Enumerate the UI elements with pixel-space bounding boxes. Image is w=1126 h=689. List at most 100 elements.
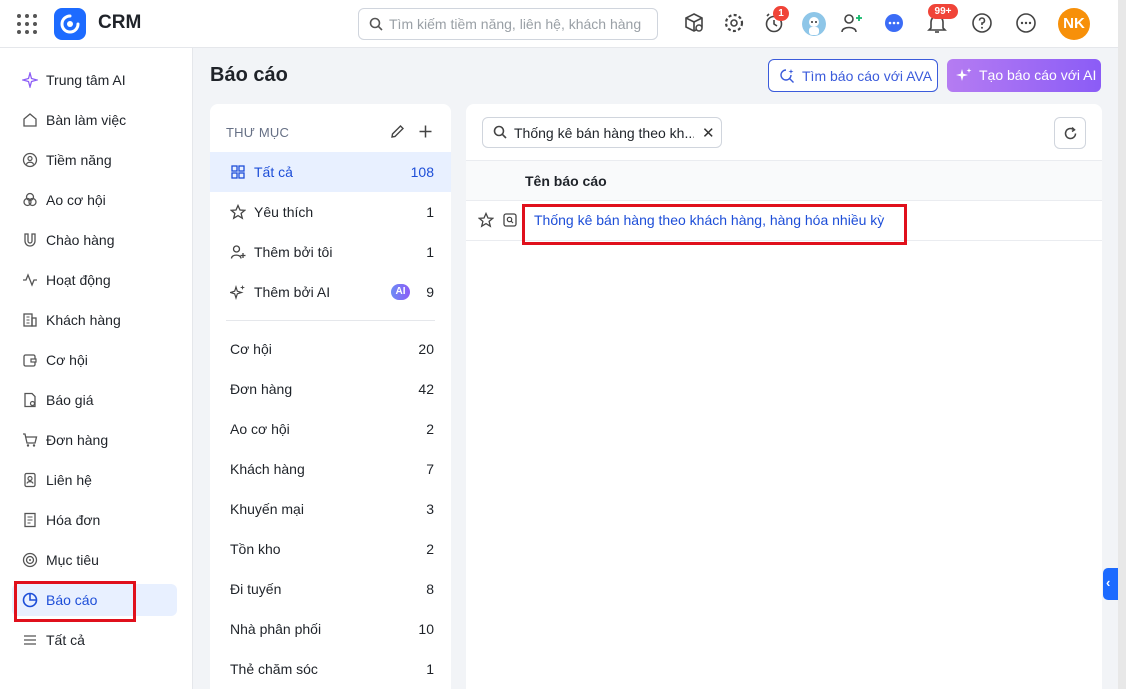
package-search-icon[interactable]	[683, 12, 707, 36]
folder-label: Cơ hội	[230, 341, 272, 357]
create-report-ai-button[interactable]: Tạo báo cáo với AI	[947, 59, 1101, 92]
folder-label: Đi tuyến	[230, 581, 282, 597]
wallet-icon	[23, 354, 37, 367]
notification-badge: 99+	[928, 4, 958, 19]
collapse-panel-tab[interactable]: ‹	[1103, 568, 1119, 600]
sidebar-item-all[interactable]: Tất cả	[12, 624, 177, 656]
folder-item-category[interactable]: Khuyến mại 3	[210, 489, 451, 529]
search-report-ava-label: Tìm báo cáo với AVA	[802, 68, 933, 84]
ai-search-icon	[780, 69, 794, 83]
folder-item-category[interactable]: Tồn kho 2	[210, 529, 451, 569]
sidebar-item-offers[interactable]: Chào hàng	[12, 224, 177, 256]
folder-item-all[interactable]: Tất cả 108	[210, 152, 451, 192]
refresh-button[interactable]	[1054, 117, 1086, 149]
more-icon[interactable]	[1015, 12, 1039, 36]
sidebar-item-customers[interactable]: Khách hàng	[12, 304, 177, 336]
global-search-input[interactable]	[389, 15, 649, 33]
folder-item-category[interactable]: Đi tuyến 8	[210, 569, 451, 609]
sidebar-reports-highlight	[14, 581, 136, 622]
timer-icon[interactable]: 1	[763, 6, 789, 36]
sidebar-item-label: Liên hệ	[46, 472, 92, 488]
chat-icon[interactable]	[883, 12, 907, 36]
create-report-ai-label: Tạo báo cáo với AI	[979, 67, 1097, 83]
folder-item-category[interactable]: Nhà phân phối 10	[210, 609, 451, 649]
assistant-avatar[interactable]	[802, 12, 826, 36]
folder-count: 42	[418, 381, 434, 397]
sidebar-item-label: Trung tâm AI	[46, 72, 126, 88]
sidebar-item-activities[interactable]: Hoạt động	[12, 264, 177, 296]
folder-item-added-by-me[interactable]: Thêm bởi tôi 1	[210, 232, 451, 272]
folder-count: 108	[410, 164, 434, 180]
folder-label: Nhà phân phối	[230, 621, 322, 637]
folder-heading: THƯ MỤC	[226, 125, 290, 140]
goal-icon	[22, 552, 38, 568]
folder-item-category[interactable]: Cơ hội 20	[210, 329, 451, 369]
folder-item-favorites[interactable]: Yêu thích 1	[210, 192, 451, 232]
user-avatar[interactable]: NK	[1058, 8, 1090, 40]
report-list-panel: Thống kê bán hàng theo kh... ✕ Tên báo c…	[466, 104, 1102, 689]
folder-count: 10	[418, 621, 434, 637]
star-icon[interactable]	[478, 212, 494, 228]
star-icon	[230, 204, 246, 220]
sidebar-item-label: Hóa đơn	[46, 512, 101, 528]
preview-icon[interactable]	[502, 212, 518, 228]
pool-icon	[23, 192, 37, 207]
report-search[interactable]: Thống kê bán hàng theo kh... ✕	[482, 117, 722, 148]
folder-label: Thêm bởi tôi	[254, 244, 333, 260]
sidebar-item-invoices[interactable]: Hóa đơn	[12, 504, 177, 536]
clear-icon[interactable]: ✕	[702, 124, 715, 142]
scrollbar-track[interactable]	[1118, 0, 1126, 689]
refresh-icon	[1064, 126, 1077, 140]
ai-chip: AI	[391, 284, 410, 300]
report-search-value[interactable]: Thống kê bán hàng theo kh...	[514, 125, 694, 141]
crm-logo[interactable]	[54, 8, 86, 40]
folder-label: Khuyến mại	[230, 501, 304, 517]
search-report-ava-button[interactable]: Tìm báo cáo với AVA	[768, 59, 938, 92]
column-header-report-name[interactable]: Tên báo cáo	[525, 173, 607, 189]
page-title: Báo cáo	[210, 64, 288, 86]
folder-label: Khách hàng	[230, 461, 305, 477]
folder-count: 2	[426, 541, 434, 557]
sidebar-item-label: Ao cơ hội	[46, 192, 106, 208]
sidebar-item-label: Tất cả	[46, 632, 85, 648]
add-user-icon[interactable]	[840, 12, 864, 36]
sidebar-item-workspace[interactable]: Bàn làm việc	[12, 104, 177, 136]
folder-item-category[interactable]: Đơn hàng 42	[210, 369, 451, 409]
gear-icon[interactable]	[723, 12, 747, 36]
pencil-icon[interactable]	[390, 124, 405, 139]
folder-item-category[interactable]: Khách hàng 7	[210, 449, 451, 489]
sparkle-icon	[956, 68, 972, 81]
folder-item-added-by-ai[interactable]: Thêm bởi AI AI 9	[210, 272, 451, 312]
help-icon[interactable]	[971, 12, 995, 36]
table-header: Tên báo cáo	[466, 160, 1102, 201]
quote-icon	[24, 392, 36, 408]
activity-icon	[23, 273, 37, 287]
global-search[interactable]	[358, 8, 658, 40]
sidebar-item-quotes[interactable]: Báo giá	[12, 384, 177, 416]
app-title: CRM	[98, 12, 142, 33]
grid-icon	[231, 165, 245, 179]
folder-count: 20	[418, 341, 434, 357]
folder-count: 2	[426, 421, 434, 437]
sidebar-item-label: Mục tiêu	[46, 552, 99, 568]
sidebar-item-leads[interactable]: Tiềm năng	[12, 144, 177, 176]
app-launcher-icon[interactable]	[16, 13, 38, 35]
sidebar-item-label: Chào hàng	[46, 232, 115, 248]
folder-label: Ao cơ hội	[230, 421, 290, 437]
sidebar-item-ai-center[interactable]: Trung tâm AI	[12, 64, 177, 96]
bell-icon[interactable]: 99+	[926, 4, 958, 36]
sidebar-item-orders[interactable]: Đơn hàng	[12, 424, 177, 456]
folder-item-category[interactable]: Ao cơ hội 2	[210, 409, 451, 449]
sidebar-item-opportunity-pool[interactable]: Ao cơ hội	[12, 184, 177, 216]
folder-count: 1	[426, 661, 434, 677]
folder-item-category[interactable]: Thẻ chăm sóc 1	[210, 649, 451, 689]
plus-icon[interactable]	[418, 124, 433, 139]
sidebar-item-goals[interactable]: Mục tiêu	[12, 544, 177, 576]
folder-count: 9	[426, 284, 434, 300]
sidebar-item-opportunities[interactable]: Cơ hội	[12, 344, 177, 376]
folder-divider	[226, 320, 435, 321]
sidebar-item-label: Báo giá	[46, 392, 94, 408]
folder-label: Thẻ chăm sóc	[230, 661, 318, 677]
target-user-icon	[22, 152, 38, 168]
sidebar-item-contacts[interactable]: Liên hệ	[12, 464, 177, 496]
